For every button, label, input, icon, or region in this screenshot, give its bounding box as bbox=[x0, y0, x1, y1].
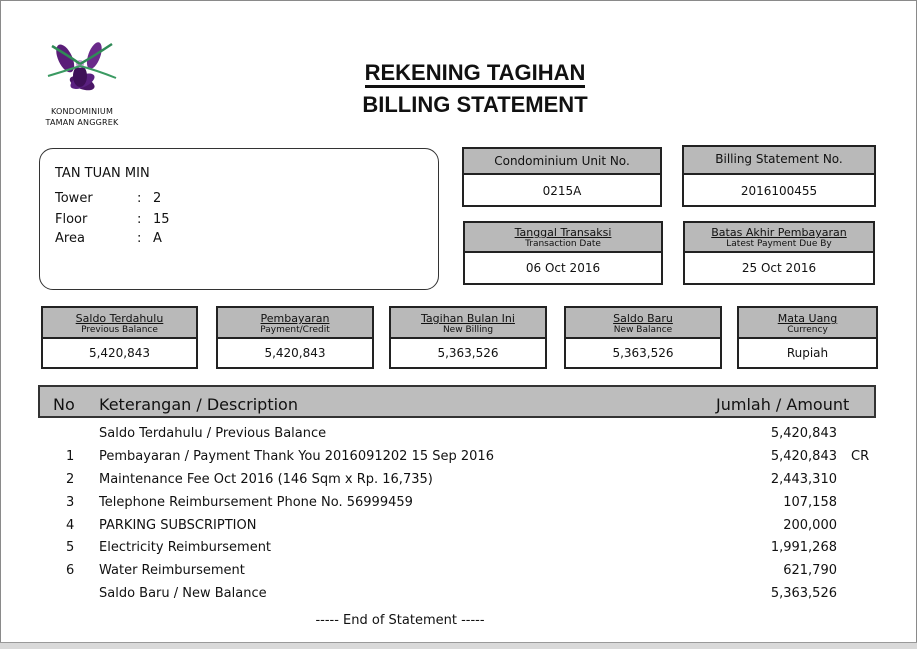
currency-header: Mata Uang Currency bbox=[739, 308, 876, 339]
new-balance-label-en: New Balance bbox=[613, 325, 673, 335]
col-amount: Jumlah / Amount bbox=[716, 395, 850, 414]
table-row: Saldo Baru / New Balance 5,363,526 bbox=[0, 586, 917, 608]
table-row: 2 Maintenance Fee Oct 2016 (146 Sqm x Rp… bbox=[0, 472, 917, 494]
floor-label: Floor bbox=[55, 212, 88, 227]
payment-box: Pembayaran Payment/Credit 5,420,843 bbox=[216, 306, 374, 369]
due-date-label-id: Batas Akhir Pembayaran bbox=[711, 226, 847, 239]
row-no: 2 bbox=[66, 472, 75, 487]
due-date-value: 25 Oct 2016 bbox=[741, 261, 817, 275]
payment-value: 5,420,843 bbox=[264, 346, 326, 360]
new-balance-header: Saldo Baru New Balance bbox=[566, 308, 720, 339]
row-amount: 5,363,526 bbox=[770, 586, 837, 601]
row-amount: 5,420,843 bbox=[770, 449, 837, 464]
table-row: 3 Telephone Reimbursement Phone No. 5699… bbox=[0, 495, 917, 517]
unit-value: 0215A bbox=[542, 184, 582, 198]
previous-balance-header: Saldo Terdahulu Previous Balance bbox=[43, 308, 196, 339]
new-billing-box: Tagihan Bulan Ini New Billing 5,363,526 bbox=[389, 306, 547, 369]
col-description: Keterangan / Description bbox=[99, 395, 298, 414]
row-description: Telephone Reimbursement Phone No. 569994… bbox=[99, 495, 413, 510]
row-description: Pembayaran / Payment Thank You 201609120… bbox=[99, 449, 494, 464]
title-id: REKENING TAGIHAN bbox=[320, 60, 630, 88]
logo-line-2: TAMAN ANGGREK bbox=[45, 118, 119, 127]
new-billing-value: 5,363,526 bbox=[437, 346, 499, 360]
row-no: 6 bbox=[66, 563, 75, 578]
row-amount: 2,443,310 bbox=[770, 472, 837, 487]
tower-label: Tower bbox=[55, 191, 93, 206]
tower-row: Tower:2 bbox=[55, 191, 161, 206]
orchid-logo bbox=[40, 30, 120, 100]
row-description: Electricity Reimbursement bbox=[99, 540, 272, 555]
row-amount: 107,158 bbox=[783, 495, 837, 510]
logo-line-1: KONDOMINIUM bbox=[50, 107, 114, 116]
payment-label-id: Pembayaran bbox=[260, 312, 330, 325]
new-balance-value: 5,363,526 bbox=[612, 346, 674, 360]
area-value: A bbox=[153, 231, 162, 246]
table-row: 5 Electricity Reimbursement 1,991,268 bbox=[0, 540, 917, 562]
table-row: Saldo Terdahulu / Previous Balance 5,420… bbox=[0, 426, 917, 448]
row-no: 5 bbox=[66, 540, 75, 555]
customer-box: TAN TUAN MIN Tower:2 Floor:15 Area: A bbox=[39, 148, 439, 290]
payment-header: Pembayaran Payment/Credit bbox=[218, 308, 372, 339]
row-credit-flag: CR bbox=[851, 449, 870, 464]
due-date-label-en: Latest Payment Due By bbox=[726, 239, 832, 249]
tower-value: 2 bbox=[153, 191, 162, 206]
floor-value: 15 bbox=[153, 212, 170, 227]
colon: : bbox=[137, 212, 142, 227]
table-row: 6 Water Reimbursement 621,790 bbox=[0, 563, 917, 585]
row-description: Water Reimbursement bbox=[99, 563, 245, 578]
previous-balance-label-id: Saldo Terdahulu bbox=[75, 312, 164, 325]
table-row: 4 PARKING SUBSCRIPTION 200,000 bbox=[0, 518, 917, 540]
col-no: No bbox=[53, 395, 75, 414]
end-of-statement: ----- End of Statement ----- bbox=[315, 613, 485, 628]
new-balance-label-id: Saldo Baru bbox=[613, 312, 673, 325]
title-en: BILLING STATEMENT bbox=[362, 92, 588, 117]
currency-label-en: Currency bbox=[787, 325, 828, 335]
new-balance-box: Saldo Baru New Balance 5,363,526 bbox=[564, 306, 722, 369]
new-billing-header: Tagihan Bulan Ini New Billing bbox=[391, 308, 545, 339]
currency-value: Rupiah bbox=[786, 346, 829, 360]
unit-label: Condominium Unit No. bbox=[464, 149, 660, 175]
area-row: Area: A bbox=[55, 231, 162, 246]
row-amount: 1,991,268 bbox=[770, 540, 837, 555]
statement-no-box: Billing Statement No. 2016100455 bbox=[682, 145, 876, 207]
row-description: Maintenance Fee Oct 2016 (146 Sqm x Rp. … bbox=[99, 472, 433, 487]
colon: : bbox=[137, 231, 142, 246]
transaction-date-label-en: Transaction Date bbox=[525, 239, 601, 249]
table-header: No Keterangan / Description Jumlah / Amo… bbox=[38, 385, 876, 418]
transaction-date-value: 06 Oct 2016 bbox=[525, 261, 601, 275]
due-date-header: Batas Akhir Pembayaran Latest Payment Du… bbox=[685, 223, 873, 253]
title-id-text: REKENING TAGIHAN bbox=[364, 60, 586, 88]
currency-label-id: Mata Uang bbox=[777, 312, 838, 325]
previous-balance-box: Saldo Terdahulu Previous Balance 5,420,8… bbox=[41, 306, 198, 369]
previous-balance-value: 5,420,843 bbox=[88, 346, 151, 360]
row-description: Saldo Baru / New Balance bbox=[99, 586, 267, 601]
colon: : bbox=[137, 191, 142, 206]
currency-box: Mata Uang Currency Rupiah bbox=[737, 306, 878, 369]
transaction-date-header: Tanggal Transaksi Transaction Date bbox=[465, 223, 661, 253]
table-row: 1 Pembayaran / Payment Thank You 2016091… bbox=[0, 449, 917, 471]
row-amount: 200,000 bbox=[783, 518, 837, 533]
new-billing-label-id: Tagihan Bulan Ini bbox=[421, 312, 515, 325]
previous-balance-label-en: Previous Balance bbox=[81, 325, 158, 335]
new-billing-label-en: New Billing bbox=[442, 325, 494, 335]
payment-label-en: Payment/Credit bbox=[260, 325, 330, 335]
transaction-date-label-id: Tanggal Transaksi bbox=[514, 226, 612, 239]
row-description: PARKING SUBSCRIPTION bbox=[99, 518, 257, 533]
statement-no-value: 2016100455 bbox=[740, 184, 818, 198]
row-amount: 5,420,843 bbox=[770, 426, 837, 441]
customer-name: TAN TUAN MIN bbox=[55, 166, 150, 181]
row-no: 1 bbox=[66, 449, 75, 464]
statement-no-label: Billing Statement No. bbox=[684, 147, 874, 175]
row-no: 4 bbox=[66, 518, 75, 533]
area-label: Area bbox=[55, 231, 85, 246]
row-no: 3 bbox=[66, 495, 75, 510]
transaction-date-box: Tanggal Transaksi Transaction Date 06 Oc… bbox=[463, 221, 663, 285]
row-description: Saldo Terdahulu / Previous Balance bbox=[99, 426, 327, 441]
row-amount: 621,790 bbox=[783, 563, 837, 578]
unit-box: Condominium Unit No. 0215A bbox=[462, 147, 662, 207]
due-date-box: Batas Akhir Pembayaran Latest Payment Du… bbox=[683, 221, 875, 285]
floor-row: Floor:15 bbox=[55, 212, 170, 227]
logo-caption: KONDOMINIUM TAMAN ANGGREK bbox=[38, 106, 126, 128]
